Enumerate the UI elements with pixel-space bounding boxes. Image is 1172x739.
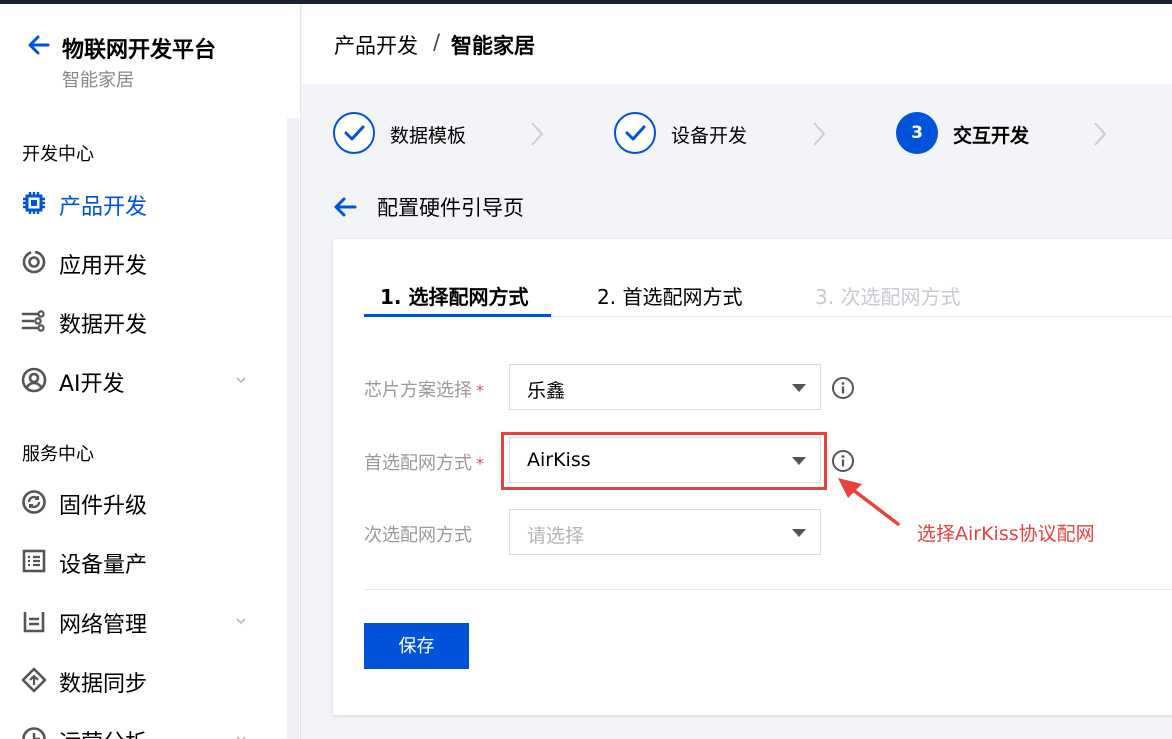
back-arrow-icon[interactable] xyxy=(26,32,52,58)
ai-icon xyxy=(21,367,47,393)
field-label-text: 首选配网方式 xyxy=(364,453,472,474)
sidebar-item-operations[interactable]: 运营分析 xyxy=(0,715,280,739)
chip-select[interactable]: 乐鑫 xyxy=(509,364,821,410)
tab-bar: 1. 选择配网方式 2. 首选配网方式 3. 次选配网方式 xyxy=(364,239,1172,317)
required-mark: * xyxy=(476,454,484,473)
secondary-field-label: 次选配网方式 xyxy=(364,521,472,547)
group-title-service-center: 服务中心 xyxy=(22,444,94,465)
step-chevron-right-icon xyxy=(813,122,826,146)
check-icon xyxy=(344,125,365,141)
app-subtitle: 智能家居 xyxy=(62,70,134,91)
sidebar-item-mass-production[interactable]: 设备量产 xyxy=(0,537,280,585)
required-mark: * xyxy=(476,381,484,400)
step-done-circle xyxy=(333,112,375,154)
sidebar-item-product-dev[interactable]: 产品开发 xyxy=(0,179,280,227)
primary-field-label: 首选配网方式 * xyxy=(364,449,484,475)
sidebar-item-label: 数据开发 xyxy=(59,313,148,338)
sidebar-item-label: 产品开发 xyxy=(59,195,148,220)
sidebar-item-data-dev[interactable]: 数据开发 xyxy=(0,297,280,345)
sidebar-item-ai-dev[interactable]: AI开发 xyxy=(0,356,280,404)
tab-primary-method[interactable]: 2. 首选配网方式 xyxy=(597,281,742,310)
app-icon xyxy=(22,250,46,274)
sidebar-scrollbar[interactable] xyxy=(287,118,299,739)
main-content: 产品开发 / 智能家居 数据模板 设备开发 3 交互开发 配置硬件引导页 1. … xyxy=(302,4,1172,739)
caret-down-icon xyxy=(792,529,806,537)
group-title-dev-center: 开发中心 xyxy=(22,144,94,165)
tab-active-indicator xyxy=(364,314,551,317)
sidebar-item-firmware[interactable]: 固件升级 xyxy=(0,478,280,526)
sidebar-item-label: 数据同步 xyxy=(59,672,148,697)
check-icon xyxy=(625,125,646,141)
info-icon[interactable] xyxy=(831,376,855,400)
sidebar-item-data-sync[interactable]: 数据同步 xyxy=(0,656,280,704)
config-card: 1. 选择配网方式 2. 首选配网方式 3. 次选配网方式 芯片方案选择 * 乐鑫… xyxy=(333,239,1172,715)
data-flow-icon xyxy=(21,310,45,332)
info-icon[interactable] xyxy=(831,449,855,473)
step-done-circle xyxy=(614,112,656,154)
sidebar-item-label: 运营分析 xyxy=(59,725,147,739)
sync-icon xyxy=(21,667,47,693)
chevron-down-icon xyxy=(236,377,246,384)
chip-field-label: 芯片方案选择 * xyxy=(364,376,484,402)
step-label: 数据模板 xyxy=(390,125,467,147)
chevron-down-icon xyxy=(236,618,246,625)
chip-icon xyxy=(23,192,45,214)
step-chevron-right-icon xyxy=(531,122,544,146)
batch-icon xyxy=(22,549,46,573)
divider xyxy=(364,589,1172,590)
tab-secondary-method: 3. 次选配网方式 xyxy=(815,285,961,309)
step-number-badge: 3 xyxy=(896,112,938,154)
breadcrumb: 产品开发 / 智能家居 xyxy=(302,4,1172,84)
step-chevron-right-icon xyxy=(1094,122,1107,146)
annotation-text: 选择AirKiss协议配网 xyxy=(917,523,1095,545)
select-value: 乐鑫 xyxy=(527,380,566,402)
select-placeholder: 请选择 xyxy=(527,525,585,547)
sidebar-item-label: 固件升级 xyxy=(59,494,148,519)
caret-down-icon xyxy=(792,384,806,392)
sidebar-item-label: AI开发 xyxy=(59,372,125,397)
network-icon xyxy=(23,612,45,633)
sidebar-item-label: 设备量产 xyxy=(59,553,148,578)
field-label-text: 芯片方案选择 xyxy=(364,380,472,401)
tab-select-method[interactable]: 1. 选择配网方式 xyxy=(380,281,528,310)
chevron-down-icon xyxy=(236,736,246,739)
breadcrumb-parent[interactable]: 产品开发 xyxy=(334,30,418,60)
sidebar-item-label: 网络管理 xyxy=(59,613,148,638)
breadcrumb-current: 智能家居 xyxy=(451,34,535,58)
firmware-icon xyxy=(22,490,46,514)
sidebar: 物联网开发平台 智能家居 开发中心 产品开发 应用开发 数据开发 AI开发 服务… xyxy=(0,4,301,739)
sidebar-header: 物联网开发平台 智能家居 xyxy=(0,4,300,104)
sidebar-item-network[interactable]: 网络管理 xyxy=(0,597,280,645)
sidebar-item-app-dev[interactable]: 应用开发 xyxy=(0,238,280,286)
sidebar-item-label: 应用开发 xyxy=(59,254,148,279)
annotation-arrow-icon xyxy=(838,478,900,526)
step-label: 设备开发 xyxy=(671,125,748,147)
app-title: 物联网开发平台 xyxy=(62,38,217,63)
back-arrow-icon[interactable] xyxy=(332,194,358,220)
annotation-highlight-box xyxy=(501,432,827,490)
analytics-icon xyxy=(22,727,46,739)
step-label: 交互开发 xyxy=(953,125,1030,147)
breadcrumb-separator: / xyxy=(433,30,441,54)
field-label-text: 次选配网方式 xyxy=(364,525,472,546)
page-title: 配置硬件引导页 xyxy=(377,196,524,220)
save-button[interactable]: 保存 xyxy=(364,623,469,669)
secondary-method-select[interactable]: 请选择 xyxy=(509,509,821,555)
